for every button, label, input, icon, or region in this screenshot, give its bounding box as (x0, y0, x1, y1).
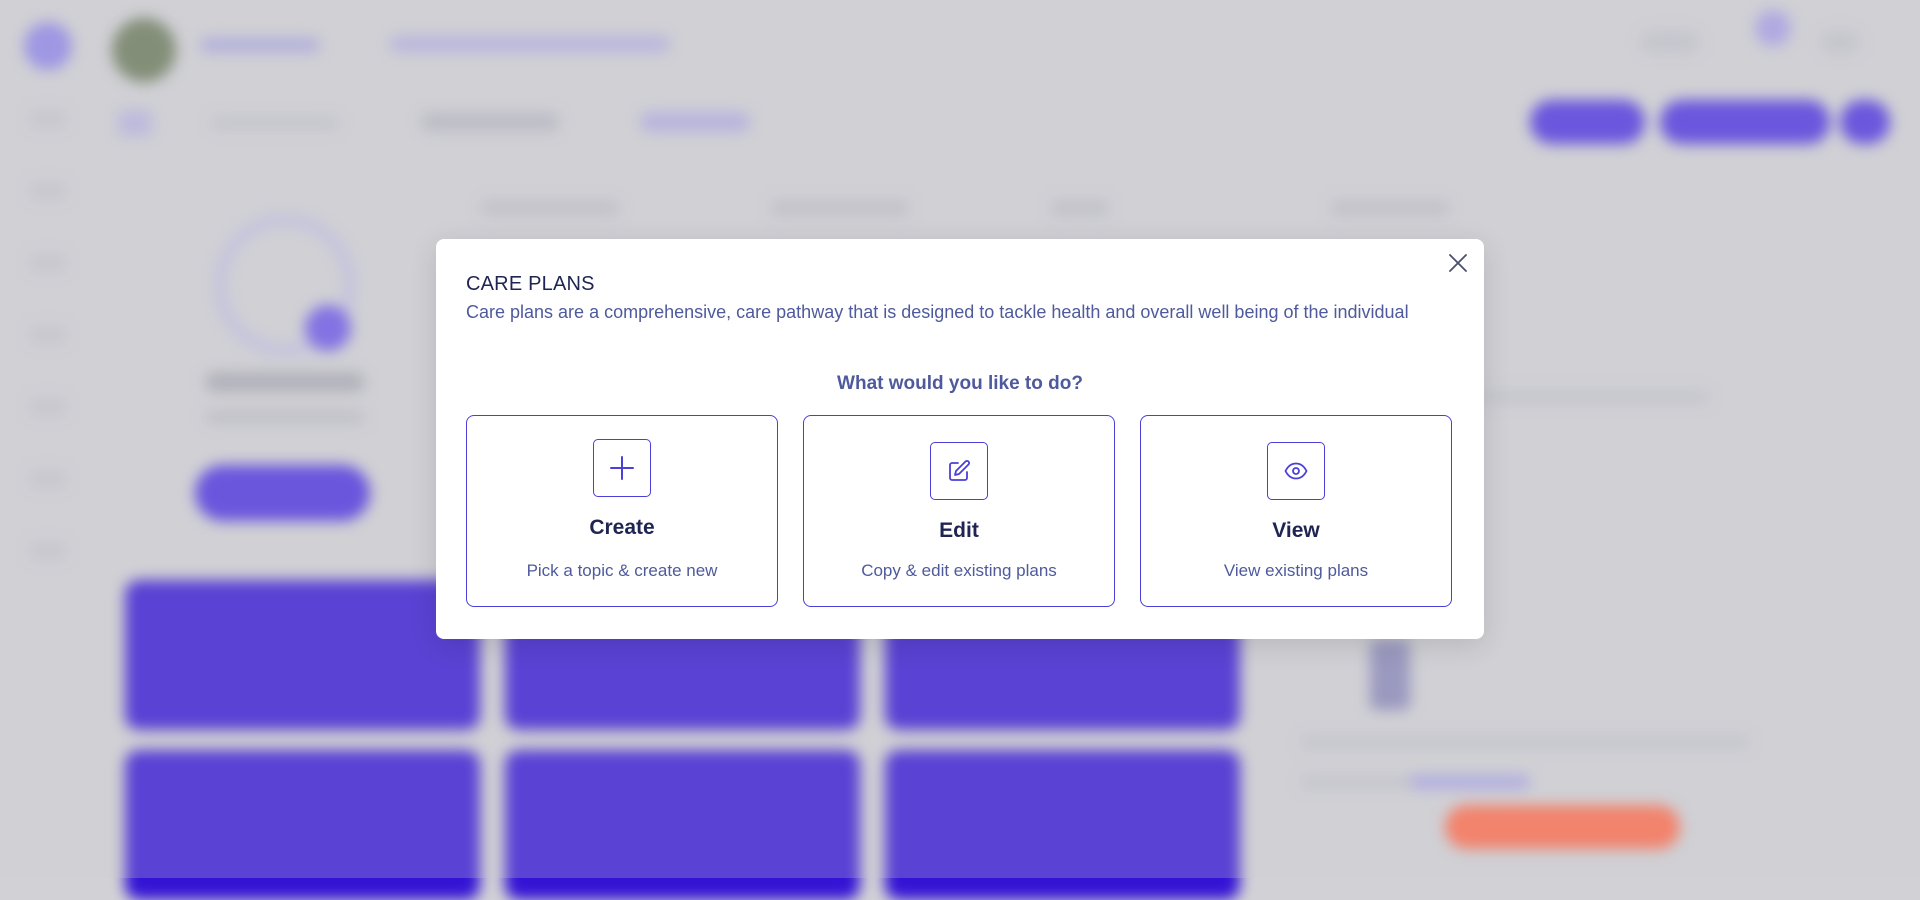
care-plans-modal: CARE PLANS Care plans are a comprehensiv… (436, 239, 1484, 639)
close-button[interactable] (1446, 251, 1470, 275)
create-option-title: Create (589, 516, 655, 539)
edit-option-subtitle: Copy & edit existing plans (861, 561, 1057, 580)
modal-description: Care plans are a comprehensive, care pat… (466, 302, 1409, 322)
eye-icon (1284, 462, 1308, 480)
modal-prompt: What would you like to do? (837, 373, 1083, 394)
plus-icon (610, 456, 634, 480)
edit-icon-box (930, 442, 988, 500)
options-group: Create Pick a topic & create new Edit Co… (466, 415, 1454, 608)
view-icon-box (1267, 442, 1325, 500)
pencil-square-icon (949, 460, 970, 481)
create-option-card[interactable]: Create Pick a topic & create new (466, 415, 778, 607)
edit-option-card[interactable]: Edit Copy & edit existing plans (803, 415, 1115, 607)
edit-option-title: Edit (939, 519, 979, 542)
view-option-subtitle: View existing plans (1223, 561, 1369, 580)
modal-title: CARE PLANS (466, 273, 595, 295)
view-option-title: View (1272, 519, 1320, 542)
create-option-subtitle: Pick a topic & create new (526, 561, 718, 580)
view-option-card[interactable]: View View existing plans (1140, 415, 1452, 607)
create-icon-box (593, 439, 651, 497)
close-icon (1449, 254, 1467, 272)
